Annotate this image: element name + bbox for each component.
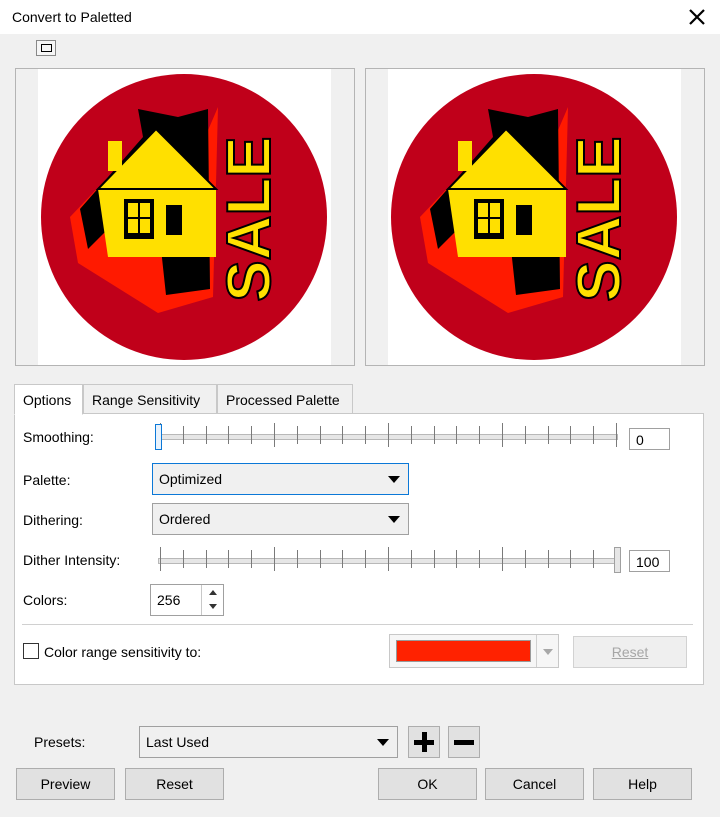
slider-tick [525,550,526,568]
color-range-picker[interactable] [389,634,559,668]
slider-tick [251,550,252,568]
preview-button[interactable]: Preview [16,768,115,800]
presets-label: Presets: [34,734,86,750]
plus-icon [414,732,434,752]
smoothing-slider-thumb[interactable] [155,424,162,450]
slider-tick [297,426,298,444]
slider-tick [183,426,184,444]
slider-tick [297,550,298,568]
slider-tick [570,426,571,444]
slider-tick [388,423,389,447]
cancel-button[interactable]: Cancel [485,768,584,800]
chevron-down-icon [543,649,553,655]
slider-tick [342,426,343,444]
result-preview-image: SALE [388,69,681,365]
color-swatch [396,640,531,662]
remove-preset-button[interactable] [448,726,480,758]
slider-tick [456,426,457,444]
reset-button[interactable]: Reset [125,768,224,800]
colors-spinner-value: 256 [157,592,181,608]
slider-tick [206,426,207,444]
slider-tick [274,547,275,571]
dither-intensity-value-input[interactable]: 100 [629,550,670,572]
slider-tick [365,550,366,568]
slider-tick [502,423,503,447]
slider-tick [456,550,457,568]
slider-tick [388,547,389,571]
slider-tick [548,426,549,444]
dialog-title: Convert to Paletted [12,9,132,25]
result-preview: SALE [365,68,705,366]
slider-tick [434,426,435,444]
slider-tick [183,550,184,568]
slider-tick [320,426,321,444]
ok-button[interactable]: OK [378,768,477,800]
spin-down-icon[interactable] [209,604,217,609]
tab-range-sensitivity[interactable]: Range Sensitivity [83,384,217,414]
slider-tick [593,550,594,568]
colors-label: Colors: [23,592,68,608]
smoothing-value-input[interactable]: 0 [629,428,670,450]
minus-icon [454,740,474,745]
add-preset-button[interactable] [408,726,440,758]
slider-tick [548,550,549,568]
palette-select[interactable]: Optimized [152,463,409,495]
spin-up-icon[interactable] [209,590,217,595]
slider-tick [228,550,229,568]
slider-tick [251,426,252,444]
spinner-buttons [201,585,223,615]
divider [22,624,693,625]
palette-label: Palette: [23,472,71,488]
original-preview: SALE [15,68,355,366]
chevron-down-icon [388,516,400,523]
color-range-checkbox[interactable] [23,643,39,659]
sale-text: SALE [215,136,284,301]
slider-tick [320,550,321,568]
slider-tick [411,550,412,568]
slider-tick [206,550,207,568]
presets-select[interactable]: Last Used [139,726,398,758]
slider-tick [274,423,275,447]
preview-mode-toggle[interactable] [36,40,56,56]
slider-tick [479,426,480,444]
tab-processed-palette[interactable]: Processed Palette [217,384,353,414]
slider-tick [160,547,161,571]
chevron-down-icon [388,476,400,483]
slider-tick [342,550,343,568]
dither-intensity-slider-thumb[interactable] [614,547,621,573]
slider-tick [570,550,571,568]
help-button[interactable]: Help [593,768,692,800]
dithering-select[interactable]: Ordered [152,503,409,535]
original-preview-image: SALE [38,69,331,365]
tab-options[interactable]: Options [14,384,83,415]
chevron-down-icon [377,739,389,746]
slider-tick [434,550,435,568]
slider-tick [525,426,526,444]
slider-tick [502,547,503,571]
title-bar: Convert to Paletted [0,0,720,34]
sale-text: SALE [565,136,634,301]
dithering-select-value: Ordered [159,511,211,527]
single-window-icon [41,44,52,52]
slider-tick [365,426,366,444]
slider-tick [616,423,617,447]
slider-tick [593,426,594,444]
dithering-label: Dithering: [23,512,83,528]
color-range-label: Color range sensitivity to: [44,644,202,660]
slider-tick [411,426,412,444]
color-picker-dropdown[interactable] [536,635,558,667]
presets-select-value: Last Used [146,734,210,750]
close-icon[interactable] [684,4,710,30]
slider-tick [228,426,229,444]
colors-spinner[interactable]: 256 [150,584,224,616]
smoothing-label: Smoothing: [23,429,94,445]
palette-select-value: Optimized [159,471,223,487]
dither-intensity-label: Dither Intensity: [23,552,121,568]
slider-tick [479,550,480,568]
color-range-reset-button[interactable]: Reset [573,636,687,668]
